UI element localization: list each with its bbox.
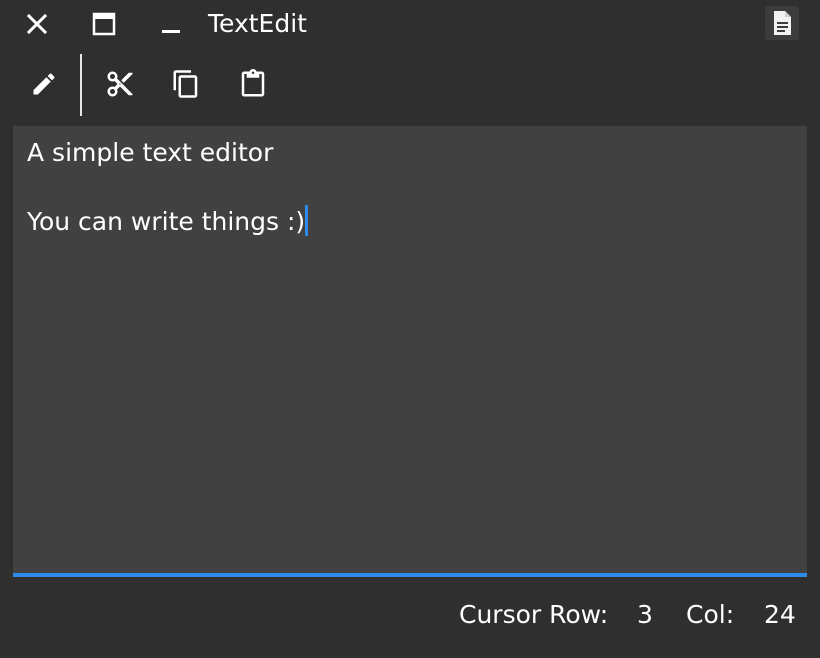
status-bar: Cursor Row: 3 Col: 24 [0, 590, 820, 640]
cursor-row-label: Cursor Row: [459, 600, 609, 629]
toolbar [0, 52, 820, 116]
maximize-icon [92, 12, 116, 36]
document-icon [774, 11, 791, 35]
editor-line: You can write things :) [27, 207, 306, 236]
editor-focus-underline [13, 573, 807, 577]
copy-icon [173, 70, 198, 98]
toolbar-separator [80, 54, 82, 116]
scissors-icon [107, 71, 133, 97]
text-cursor [305, 205, 309, 236]
text-editor-area[interactable]: A simple text editor You can write things… [13, 126, 807, 573]
cursor-row-value: 3 [637, 600, 653, 629]
cursor-col-label: Col: [686, 600, 735, 629]
text-edit-window: TextEdit A simple text editor You can wr… [0, 0, 820, 658]
title-bar: TextEdit [0, 0, 820, 48]
close-button[interactable] [17, 4, 57, 44]
document-button[interactable] [765, 6, 799, 40]
close-icon [26, 13, 48, 35]
minimize-button[interactable] [151, 4, 191, 44]
paste-button[interactable] [233, 64, 273, 104]
pencil-icon [33, 73, 55, 95]
editor-line: A simple text editor [27, 138, 274, 167]
edit-button[interactable] [24, 64, 64, 104]
cut-button[interactable] [100, 64, 140, 104]
copy-button[interactable] [166, 64, 206, 104]
clipboard-icon [241, 69, 265, 97]
editor-line-with-cursor: You can write things :) [27, 205, 793, 240]
cursor-col-value: 24 [764, 600, 796, 629]
window-title: TextEdit [208, 9, 307, 38]
minimize-icon [162, 30, 180, 33]
maximize-button[interactable] [84, 4, 124, 44]
